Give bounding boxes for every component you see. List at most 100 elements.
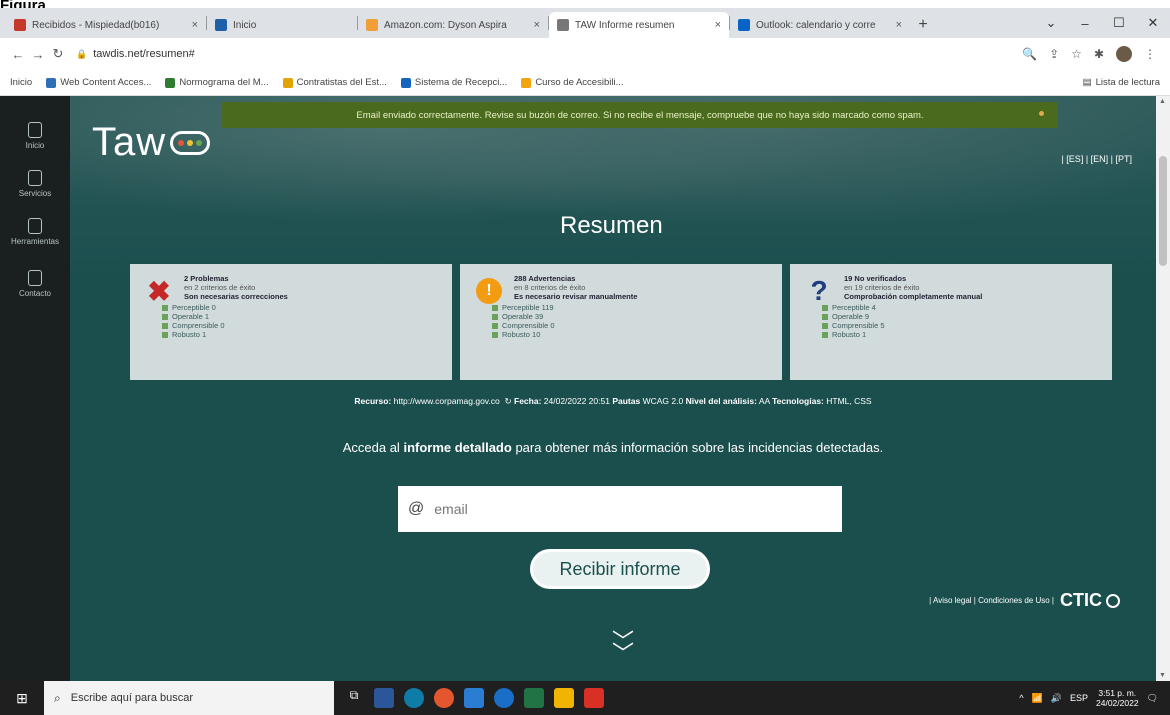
scroll-down-icon[interactable]: ▼ [1159,672,1166,679]
star-icon[interactable]: ☆ [1071,47,1082,61]
reload-icon[interactable]: ↻ [48,46,68,62]
minimize-icon[interactable]: – [1068,16,1102,31]
card-list-item[interactable]: Operable 1 [162,312,442,321]
sidenav-item[interactable]: Herramientas [0,218,70,246]
excel-icon[interactable] [524,688,544,708]
bookmark-label: Sistema de Recepci... [414,77,508,88]
bookmark-item[interactable]: Web Content Acces... [46,77,151,88]
file-explorer-icon[interactable] [374,688,394,708]
edge-icon[interactable] [404,688,424,708]
forward-icon[interactable]: → [28,47,48,62]
volume-icon[interactable]: 🔊 [1051,693,1062,704]
new-tab-icon[interactable]: + [910,12,936,38]
card-list-item[interactable]: Operable 39 [492,312,772,321]
notification-icon[interactable]: 🗨 [1147,693,1158,704]
card-list-item[interactable]: Perceptible 4 [822,303,1102,312]
bookmark-item[interactable]: Sistema de Recepci... [400,77,508,88]
at-icon: @ [408,500,425,517]
folder-icon[interactable] [554,688,574,708]
bookmark-label: Inicio [10,77,33,88]
bookmark-label: Curso de Accesibili... [535,77,624,88]
profile-avatar[interactable] [1116,46,1132,62]
card-list-item[interactable]: Perceptible 119 [492,303,772,312]
taskbar-search[interactable]: ⌕ Escribe aquí para buscar [44,681,334,715]
card-action: Son necesarias correcciones [184,292,288,301]
browser-tab[interactable]: TAW Informe resumen × [549,12,729,38]
url-field[interactable]: 🔒 tawdis.net/resumen# [76,42,1022,66]
taw-logo[interactable]: Taw [92,120,211,165]
condiciones-link[interactable]: | Condiciones de Uso | [974,596,1054,605]
footer-legal: | Aviso legal | Condiciones de Uso | CTI… [929,590,1120,611]
maximize-icon[interactable]: ☐ [1102,15,1136,31]
sidenav-item[interactable]: Servicios [0,170,70,198]
tray-chevron-icon[interactable]: ^ [1019,693,1023,703]
scrollbar-thumb[interactable] [1159,156,1167,266]
reading-list-button[interactable]: ▤ Lista de lectura [1083,77,1160,88]
card-list-item[interactable]: Comprensible 0 [162,321,442,330]
tab-close-icon[interactable]: × [715,19,721,31]
bookmark-item[interactable]: Curso de Accesibili... [521,77,624,88]
sidenav-item[interactable]: Contacto [0,270,70,298]
word-icon[interactable] [464,688,484,708]
page-scrollbar[interactable]: ▲ ▼ [1156,96,1170,681]
language-switcher[interactable]: | [ES] | [EN] | [PT] [1061,154,1132,164]
zoom-icon[interactable]: 🔍 [1022,47,1037,61]
alert-close-dot[interactable] [1039,111,1044,116]
tab-title: Amazon.com: Dyson Aspira [384,19,507,31]
reading-list-icon: ▤ [1082,77,1092,88]
scroll-up-icon[interactable]: ▲ [1159,98,1166,105]
card-list-item[interactable]: Perceptible 0 [162,303,442,312]
bookmark-item[interactable]: Inicio [10,77,32,88]
bookmark-favicon-icon [46,77,57,88]
network-icon[interactable]: 📶 [1032,693,1043,704]
menu-icon[interactable]: ⋮ [1144,47,1156,61]
extensions-icon[interactable]: ✱ [1094,47,1104,61]
home-icon [28,122,42,138]
close-window-icon[interactable]: ✕ [1136,15,1170,31]
refresh-icon[interactable]: ↻ [505,396,512,406]
tab-close-icon[interactable]: × [534,19,540,31]
sidenav-item[interactable]: Inicio [0,122,70,150]
windows-start-icon[interactable]: ⊞ [0,690,44,707]
back-icon[interactable]: ← [8,47,28,62]
clock[interactable]: 3:51 p. m. 24/02/2022 [1096,688,1139,708]
browser-tab[interactable]: Inicio [207,12,357,38]
card-list-item[interactable]: Robusto 10 [492,330,772,339]
bookmark-label: Contratistas del Est... [296,77,387,88]
recibir-informe-button[interactable]: Recibir informe [530,549,710,589]
scroll-down-chevron-icon[interactable]: ﹀ ﹀ [608,631,638,665]
summary-card: ✖ 2 Problemas en 2 criterios de éxito Son n… [130,264,452,380]
chrome-icon[interactable] [434,688,454,708]
email-input[interactable] [434,501,842,517]
recurso-value[interactable]: http://www.corpamag.gov.co [394,396,500,406]
tab-search-icon[interactable]: ⌄ [1034,15,1068,31]
browser-tab[interactable]: Recibidos - Mispiedad(b016) × [6,12,206,38]
card-action: Comprobación completamente manual [844,292,983,301]
taskbar-search-placeholder: Escribe aquí para buscar [70,692,194,704]
email-field-container: @ [398,486,842,532]
language-indicator[interactable]: ESP [1070,693,1088,703]
browser-tab[interactable]: Amazon.com: Dyson Aspira × [358,12,548,38]
sidenav-label: Herramientas [10,237,59,246]
browser-tabbar: Recibidos - Mispiedad(b016) × Inicio Amazon… [0,8,1170,38]
lock-icon: 🔒 [76,48,88,59]
card-list-item[interactable]: Robusto 1 [162,330,442,339]
acrobat-icon[interactable] [584,688,604,708]
card-list-item[interactable]: Comprensible 5 [822,321,1102,330]
ctic-logo[interactable]: CTIC [1060,590,1102,611]
card-list-item[interactable]: Comprensible 0 [492,321,772,330]
bookmark-item[interactable]: Contratistas del Est... [282,77,387,88]
page-title: Resumen [560,212,663,239]
tab-close-icon[interactable]: × [896,19,902,31]
expand-icon [822,331,828,338]
bookmark-item[interactable]: Normograma del M... [165,77,269,88]
tab-close-icon[interactable]: × [192,19,198,31]
card-list-item[interactable]: Robusto 1 [822,330,1102,339]
share-icon[interactable]: ⇪ [1049,47,1059,61]
ie-icon[interactable] [494,688,514,708]
aviso-legal-link[interactable]: | Aviso legal [929,596,971,605]
task-view-icon[interactable]: ⧉ [344,688,364,708]
detailed-report-prompt: Acceda al informe detallado para obtener… [342,440,884,455]
browser-tab[interactable]: Outlook: calendario y corre × [730,12,910,38]
card-list-item[interactable]: Operable 9 [822,312,1102,321]
